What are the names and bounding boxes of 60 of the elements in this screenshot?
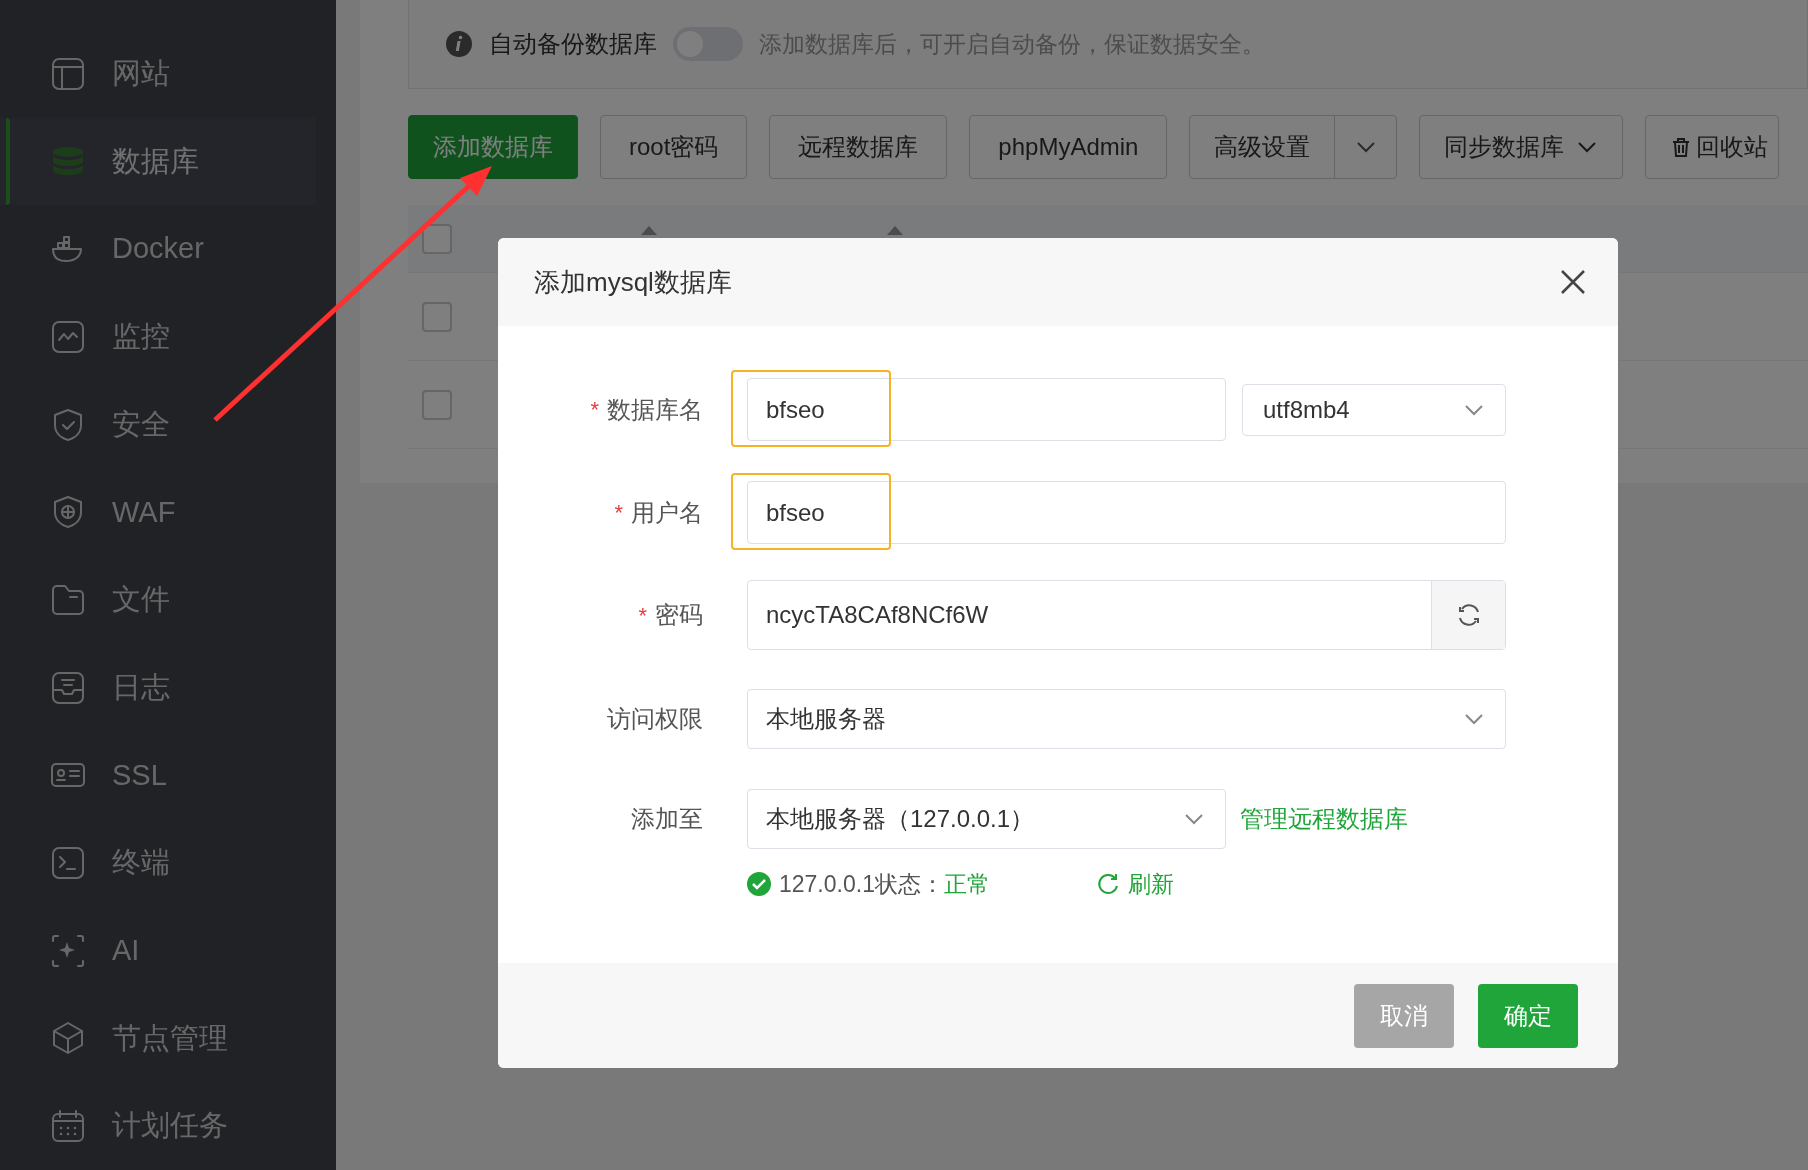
required-mark: *: [638, 601, 647, 630]
calendar-icon: [50, 1108, 86, 1145]
info-icon: [445, 30, 473, 58]
sort-icon: [886, 225, 904, 236]
close-button[interactable]: [1560, 269, 1586, 295]
sort-icon: [640, 225, 658, 236]
toolbar-button[interactable]: 远程数据库: [769, 115, 948, 179]
sidebar-item[interactable]: 数据库: [0, 117, 316, 206]
sidebar-item[interactable]: 计划任务: [0, 1082, 316, 1170]
cancel-button[interactable]: 取消: [1354, 983, 1454, 1048]
required-mark: *: [590, 396, 599, 424]
sidebar-item[interactable]: 节点管理: [0, 994, 316, 1083]
dialog-title: 添加mysql数据库: [534, 265, 732, 299]
select-field[interactable]: 本地服务器: [747, 689, 1506, 749]
inbox-icon: [50, 669, 86, 706]
checkbox[interactable]: [422, 389, 452, 420]
field-label: 密码: [655, 600, 703, 630]
sidebar-item[interactable]: AI: [0, 906, 316, 995]
refresh-icon: [1095, 872, 1120, 896]
toggle-label: 自动备份数据库: [489, 29, 657, 59]
sidebar-item[interactable]: Docker: [0, 205, 316, 294]
sidebar-item[interactable]: 网站: [0, 30, 316, 118]
status-label: 127.0.0.1状态：: [779, 869, 944, 899]
toolbar-button[interactable]: 同步数据库: [1419, 115, 1624, 179]
terminal-icon: [50, 845, 86, 882]
input-field[interactable]: bfseo: [747, 378, 1226, 441]
status-value: 正常: [943, 869, 990, 899]
refresh-button[interactable]: [1431, 581, 1505, 649]
toolbar-button[interactable]: 回收站: [1645, 115, 1780, 179]
field-label: 添加至: [631, 804, 703, 834]
chart-monitor-icon: [50, 318, 86, 355]
field-label: 访问权限: [607, 704, 703, 734]
browser-window-icon: [50, 55, 86, 92]
sparkle-icon: [50, 932, 86, 969]
checkbox[interactable]: [422, 223, 452, 254]
sidebar-item[interactable]: 监控: [0, 293, 316, 381]
sidebar-item[interactable]: 终端: [0, 819, 316, 907]
field-label: 用户名: [631, 497, 703, 528]
toolbar-button[interactable]: root密码: [600, 115, 748, 179]
sidebar-item[interactable]: 文件: [0, 556, 316, 644]
manage-remote-link[interactable]: 管理远程数据库: [1240, 801, 1408, 837]
toolbar-button[interactable]: phpMyAdmin: [969, 115, 1168, 179]
sidebar-item[interactable]: SSL: [0, 731, 316, 820]
close-icon: [1560, 269, 1586, 295]
required-mark: *: [614, 499, 623, 527]
field-label: 数据库名: [607, 394, 703, 425]
refresh-link[interactable]: 刷新: [1095, 866, 1174, 902]
cube-icon: [50, 1020, 86, 1057]
sidebar-item[interactable]: WAF: [0, 468, 316, 557]
password-field[interactable]: ncycTA8CAf8NCf6W: [747, 580, 1506, 650]
select-field[interactable]: 本地服务器（127.0.0.1）: [747, 789, 1226, 849]
checkbox[interactable]: [422, 301, 452, 332]
sidebar-item[interactable]: 日志: [0, 643, 316, 732]
select-field[interactable]: utf8mb4: [1242, 383, 1506, 436]
sidebar-item[interactable]: 安全: [0, 380, 316, 469]
confirm-button[interactable]: 确定: [1478, 983, 1578, 1048]
input-field[interactable]: bfseo: [747, 481, 1506, 544]
check-circle-icon: [747, 872, 771, 896]
refresh-icon: [1456, 603, 1481, 627]
add-database-button[interactable]: 添加数据库: [408, 115, 578, 179]
